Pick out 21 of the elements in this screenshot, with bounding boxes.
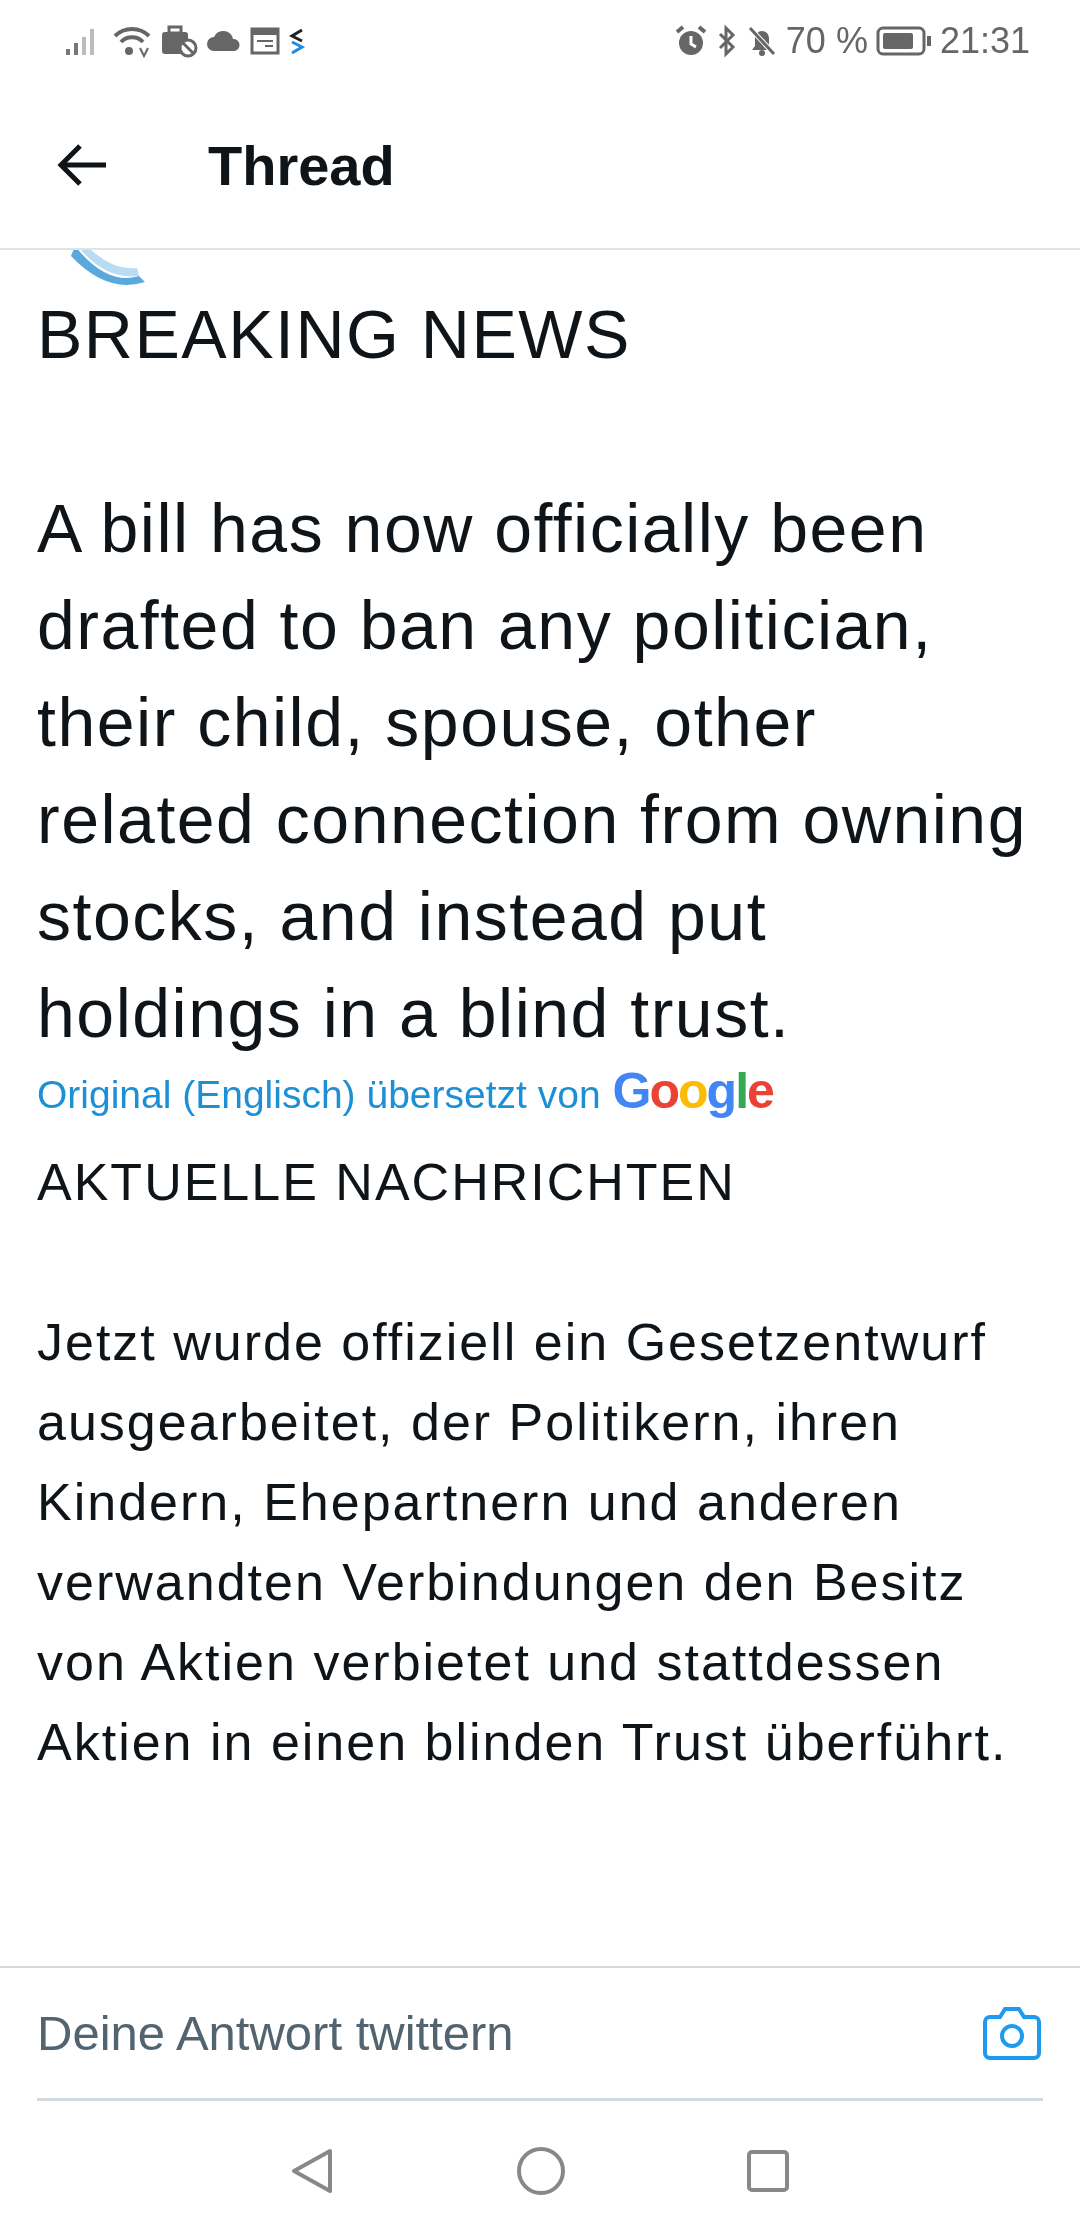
- tweet-text: A bill has now officially been drafted to ban any politician, their child, spouse, other related connection from owning stocks, and instead put holdings in a blind trust.: [37, 489, 1028, 1053]
- cloud-icon: [206, 29, 242, 53]
- alarm-icon: [673, 24, 708, 58]
- battery-icon: [875, 25, 932, 57]
- camera-icon[interactable]: [981, 2004, 1043, 2062]
- recents-nav-icon[interactable]: [746, 2148, 790, 2193]
- calendar-icon: [250, 26, 280, 56]
- back-button[interactable]: [56, 143, 108, 187]
- home-nav-icon[interactable]: [516, 2145, 566, 2196]
- battery-percentage: 70 %: [785, 20, 868, 62]
- briefcase-icon: [160, 24, 198, 58]
- app-icon: [288, 26, 306, 56]
- page-title: Thread: [208, 132, 395, 198]
- wifi-icon: [112, 24, 152, 58]
- clock-time: 21:31: [939, 20, 1030, 62]
- translated-text: AKTUELLE NACHRICHTEN: [37, 1152, 737, 1213]
- google-logo: Google: [612, 1062, 773, 1120]
- back-arrow-icon: [56, 143, 108, 187]
- translation-credit-link[interactable]: Original (Englisch) übersetzt von: [37, 1073, 601, 1117]
- translated-text: Jetzt wurde offiziell ein Gesetzentwurf ausgearbeitet, der Politikern, ihren Kindern, Ehepartnern und anderen verwandten Verbindungen den Besitz von Aktien verbietet und stattdessen Aktien in einen blinden Trust überführt.: [37, 1312, 1009, 1773]
- tweet-text: BREAKING NEWS: [37, 295, 632, 374]
